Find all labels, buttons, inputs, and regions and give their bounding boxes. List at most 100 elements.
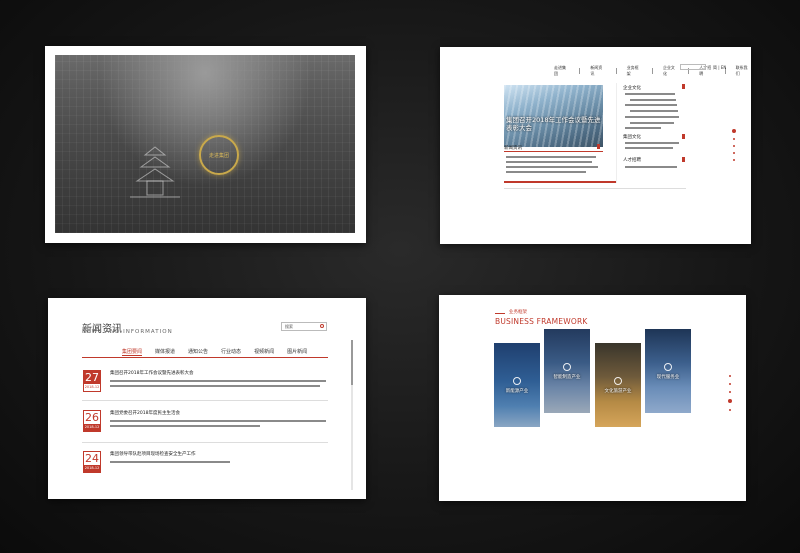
search-input[interactable]: 搜索 [281,322,327,331]
row-divider [82,442,328,443]
tab-photo[interactable]: 图片新闻 [287,348,307,356]
culture-line [630,122,674,124]
section-rule [504,151,603,152]
business-panel[interactable]: 现代服务业 [645,329,691,413]
city-night-photo: 走进集团 [55,55,355,233]
tab-notice[interactable]: 通知公告 [188,348,208,356]
culture-line [625,93,675,95]
culture-line [625,104,677,106]
news-excerpt-line [110,425,260,427]
news-line[interactable] [506,171,586,173]
nav-item-business[interactable]: 业务框架 [627,65,642,77]
business-panel[interactable]: 新能源产业 [494,343,540,427]
page-dots[interactable] [728,375,732,411]
column-divider [616,83,617,183]
news-line[interactable] [506,161,592,163]
news-item-title[interactable]: 集团党委召开2018年度民主生活会 [110,410,180,416]
date-month: 2018-12 [84,384,100,391]
nav-item-contact[interactable]: 联系我们 [736,65,751,77]
business-page-preview: 业务框架 BUSINESS FRAMEWORK 新能源产业 智能制造产业 文化旅… [439,295,746,501]
panel-label: 现代服务业 [656,374,680,380]
building-icon [664,362,672,371]
section-title: BUSINESS FRAMEWORK [495,317,588,326]
travel-icon [614,376,622,385]
scrollbar-thumb[interactable] [351,340,353,385]
date-month: 2018-12 [84,465,100,472]
row-divider [82,400,328,401]
wind-turbine-icon [513,376,521,385]
enter-ring-button[interactable]: 走进集团 [199,135,239,175]
date-day: 26 [85,411,99,424]
scrollbar[interactable] [351,340,353,490]
nav-item-news[interactable]: 新闻资讯 [590,65,605,77]
page-dot[interactable] [733,138,735,140]
enter-label: 走进集团 [208,152,229,159]
culture-line [625,142,679,144]
date-month: 2018-12 [84,424,100,431]
news-tabs: 集团要闻 媒体报道 通知公告 行业动态 视频新闻 图片新闻 [122,348,307,356]
nav-item-about[interactable]: 走进集团 [554,65,569,77]
culture-section-label: 企业文化 [623,86,641,91]
nav-item-culture[interactable]: 企业文化 [663,65,678,77]
title-dash [495,313,505,314]
home-page-preview: 走进集团 新闻资讯 业务框架 企业文化 人才招聘 联系我们 简 | EN 集团召… [440,47,751,244]
page-dot-active[interactable] [728,399,732,403]
page-dot[interactable] [733,152,735,154]
culture-line [630,110,678,112]
date-badge: 27 2018-12 [83,370,101,392]
tab-industry[interactable]: 行业动态 [221,348,241,356]
news-page-preview: 新闻资讯 NEWS AND INFORMATION 搜索 集团要闻 媒体报道 通… [48,298,366,499]
culture-line [630,99,676,101]
culture-line [625,147,673,149]
page-dot[interactable] [733,159,735,161]
page-dots[interactable] [732,129,736,161]
intro-page-preview: 走进集团 [45,46,366,243]
more-icon[interactable] [682,84,685,89]
page-dot[interactable] [729,391,731,393]
news-excerpt-line [110,380,326,382]
tab-media[interactable]: 媒体报道 [155,348,175,356]
business-panel[interactable]: 智能制造产业 [544,329,590,413]
business-panel[interactable]: 文化旅游产业 [595,343,641,427]
panel-label: 智能制造产业 [553,374,581,380]
search-icon[interactable] [320,324,324,328]
pagoda-icon [130,146,180,198]
news-item-title[interactable]: 集团领导带队赴项目现场检查安全生产工作 [110,451,196,457]
more-icon[interactable] [682,157,685,162]
hero-caption[interactable]: 集团召开2018年工作会议暨先进表彰大会 [506,116,602,132]
news-excerpt-line [110,385,320,387]
news-tag [504,181,516,183]
page-dot[interactable] [729,409,731,411]
date-day: 24 [85,452,99,465]
language-switch[interactable]: 简 | EN [713,65,726,71]
panel-label: 文化旅游产业 [604,388,632,394]
talent-section-label: 人才招聘 [623,158,641,163]
culture-line [625,116,679,118]
news-line[interactable] [506,166,598,168]
page-dot[interactable] [729,375,731,377]
page-subtitle: NEWS AND INFORMATION [82,329,173,335]
news-line[interactable] [506,156,596,158]
page-dot[interactable] [733,145,735,147]
divider [504,188,686,189]
news-excerpt-line [110,420,326,422]
page-dot[interactable] [729,383,731,385]
tab-group-news[interactable]: 集团要闻 [122,348,143,356]
talent-line [625,166,677,168]
news-highlight-line[interactable] [504,181,616,183]
page-dot-active[interactable] [732,129,736,133]
culture-line [625,127,661,129]
date-badge: 26 2018-12 [83,410,101,432]
search-input[interactable] [680,64,706,70]
nav-divider [615,68,617,74]
date-badge: 24 2018-12 [83,451,101,473]
nav-divider [651,68,653,74]
date-day: 27 [85,371,99,384]
panel-label: 新能源产业 [505,388,529,394]
gear-icon [563,362,571,371]
tab-video[interactable]: 视频新闻 [254,348,274,356]
more-icon[interactable] [682,134,685,139]
more-icon[interactable] [597,144,600,149]
news-item-title[interactable]: 集团召开2018年工作会议暨先进表彰大会 [110,370,193,376]
search-placeholder: 搜索 [285,324,293,329]
